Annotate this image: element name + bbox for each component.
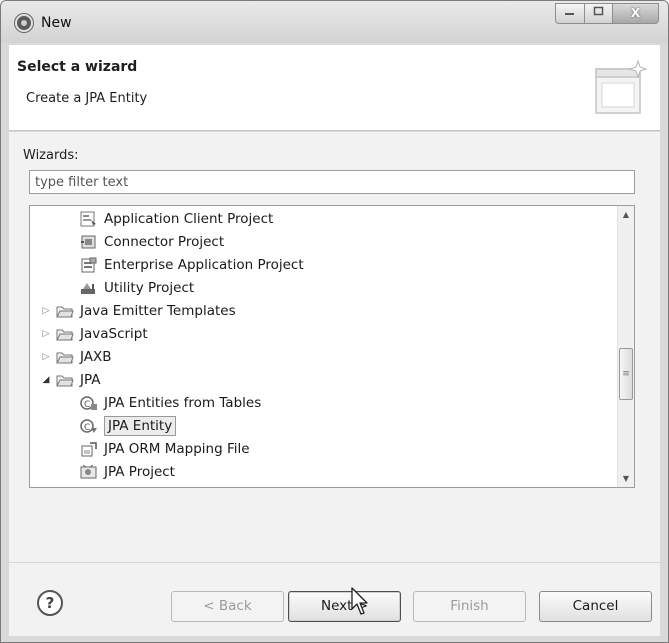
tree-item-jpa[interactable]: ◢ JPA xyxy=(40,369,101,391)
scroll-up-arrow-icon[interactable]: ▲ xyxy=(618,206,634,223)
page-description: Create a JPA Entity xyxy=(26,91,148,106)
tree-item-jpa-orm-mapping-file[interactable]: JPA ORM Mapping File xyxy=(80,438,250,460)
connector-icon xyxy=(80,234,98,250)
wizard-header: Select a wizard Create a JPA Entity xyxy=(9,45,660,131)
filter-input[interactable] xyxy=(29,170,635,194)
tree-item-java-emitter-templates[interactable]: ▷ Java Emitter Templates xyxy=(40,300,236,322)
jpa-project-icon xyxy=(80,464,98,480)
utility-icon xyxy=(80,280,98,296)
eclipse-app-icon xyxy=(15,14,33,32)
finish-button[interactable]: Finish xyxy=(413,591,526,622)
folder-icon xyxy=(56,326,74,342)
tree-item-jpa-entities-from-tables[interactable]: C JPA Entities from Tables xyxy=(80,392,261,414)
tree-item-javascript[interactable]: ▷ JavaScript xyxy=(40,323,148,345)
close-button[interactable]: X xyxy=(613,3,659,24)
tree-item-jaxb[interactable]: ▷ JAXB xyxy=(40,346,112,368)
tree-item-utility-project[interactable]: Utility Project xyxy=(80,277,194,299)
tree-vertical-scrollbar[interactable]: ▲ ≡ ▼ xyxy=(617,206,634,487)
jpa-entity-icon: C xyxy=(80,418,98,434)
wizard-tree[interactable]: Application Client Project Connector Pro… xyxy=(29,205,635,488)
new-wizard-dialog: New X Select a wizard Create a JPA Entit… xyxy=(0,0,669,643)
minimize-button[interactable] xyxy=(555,3,585,24)
jpa-entities-icon: C xyxy=(80,395,98,411)
tree-item-application-client-project[interactable]: Application Client Project xyxy=(80,208,273,230)
scroll-grip-icon: ≡ xyxy=(622,369,630,379)
help-icon: ? xyxy=(45,594,55,612)
title-bar[interactable]: New X xyxy=(1,1,668,43)
tree-item-enterprise-application-project[interactable]: Enterprise Application Project xyxy=(80,254,304,276)
window-controls: X xyxy=(555,3,659,24)
folder-icon xyxy=(56,349,74,365)
tree-item-jpa-entity[interactable]: C JPA Entity xyxy=(80,415,177,437)
cancel-button[interactable]: Cancel xyxy=(539,591,652,622)
svg-text:C: C xyxy=(84,423,90,433)
dialog-button-bar: ? < Back Next > Finish Cancel xyxy=(9,562,660,636)
enterprise-app-icon xyxy=(80,257,98,273)
wizard-body: Wizards: Application Client Project Conn… xyxy=(9,132,660,562)
wizards-label: Wizards: xyxy=(23,148,79,163)
back-button[interactable]: < Back xyxy=(171,591,284,622)
folder-icon xyxy=(56,303,74,319)
help-button[interactable]: ? xyxy=(37,590,63,616)
new-wizard-banner-icon xyxy=(595,59,648,114)
mouse-pointer-icon xyxy=(351,587,368,615)
scroll-thumb[interactable]: ≡ xyxy=(619,348,633,400)
expand-arrow-icon[interactable]: ▷ xyxy=(40,346,52,368)
minimize-icon xyxy=(565,13,574,15)
expand-arrow-icon[interactable]: ▷ xyxy=(40,323,52,345)
tree-item-jpa-project[interactable]: JPA Project xyxy=(80,461,175,483)
tree-item-connector-project[interactable]: Connector Project xyxy=(80,231,224,253)
maximize-icon xyxy=(593,6,603,16)
collapse-arrow-icon[interactable]: ◢ xyxy=(40,369,52,391)
folder-icon xyxy=(56,372,74,388)
next-button[interactable]: Next > xyxy=(288,591,401,622)
svg-text:C: C xyxy=(84,400,90,410)
orm-file-icon xyxy=(80,441,98,457)
maximize-button[interactable] xyxy=(585,3,613,24)
page-title: Select a wizard xyxy=(17,59,138,75)
app-client-icon xyxy=(80,211,98,227)
close-icon: X xyxy=(630,6,641,20)
expand-arrow-icon[interactable]: ▷ xyxy=(40,300,52,322)
window-title: New xyxy=(41,15,72,31)
scroll-down-arrow-icon[interactable]: ▼ xyxy=(618,470,634,487)
